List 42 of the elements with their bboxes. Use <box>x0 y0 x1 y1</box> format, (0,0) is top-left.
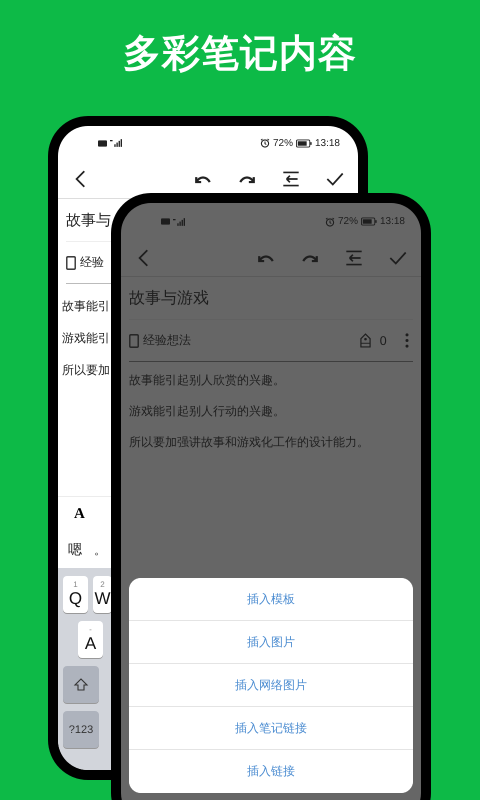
note-line: 故事能引 <box>62 298 110 315</box>
undo-icon <box>258 253 274 263</box>
tag-icon <box>360 333 372 348</box>
alarm-icon <box>260 138 270 148</box>
key[interactable]: - A <box>78 621 103 658</box>
shift-key[interactable] <box>63 666 99 703</box>
note-line: 游戏能引 <box>62 330 110 347</box>
sheet-option[interactable]: 插入模板 <box>129 578 413 621</box>
redo-icon <box>239 174 255 184</box>
notebook-icon <box>129 334 139 348</box>
headline: 多彩笔记内容 <box>122 30 358 77</box>
battery-icon <box>296 138 312 148</box>
note-line: 所以要加强讲故事和游戏化工作的设计能力。 <box>129 434 369 451</box>
candidate-word[interactable]: 嗯 <box>68 541 82 559</box>
signal-icon <box>173 218 185 226</box>
more-dots-icon <box>405 333 409 348</box>
battery-percent: 72% <box>272 138 293 148</box>
candidate-word[interactable]: 。 <box>94 542 106 558</box>
notebook-label: 经验想法 <box>143 332 191 349</box>
battery-percent: 72% <box>338 216 358 227</box>
note-title: 故事与 <box>66 210 111 230</box>
note-line: 故事能引起别人欣赏的兴趣。 <box>129 372 285 389</box>
notebook-icon <box>66 256 76 270</box>
clock-time: 13:18 <box>314 138 340 148</box>
alarm-icon <box>324 216 335 226</box>
symbols-key[interactable]: ?123 <box>63 711 99 748</box>
clock-time: 13:18 <box>380 216 405 227</box>
bold-format-button[interactable]: A <box>70 504 89 525</box>
note-line: 游戏能引起别人行动的兴趣。 <box>129 403 285 420</box>
notebook-label: 经验 <box>80 254 104 271</box>
undo-icon <box>195 174 211 184</box>
shift-arrow-icon <box>73 676 89 692</box>
hd-icon <box>161 218 170 225</box>
key[interactable]: 2 W <box>93 576 112 613</box>
note-line: 所以要加 <box>62 362 110 379</box>
hd-icon <box>98 140 107 146</box>
tag-count: 0 <box>379 334 387 348</box>
note-title: 故事与游戏 <box>129 288 209 308</box>
battery-icon <box>360 217 377 226</box>
key[interactable]: 1 Q <box>63 576 88 613</box>
signal-icon <box>110 139 122 147</box>
redo-icon <box>302 253 318 263</box>
